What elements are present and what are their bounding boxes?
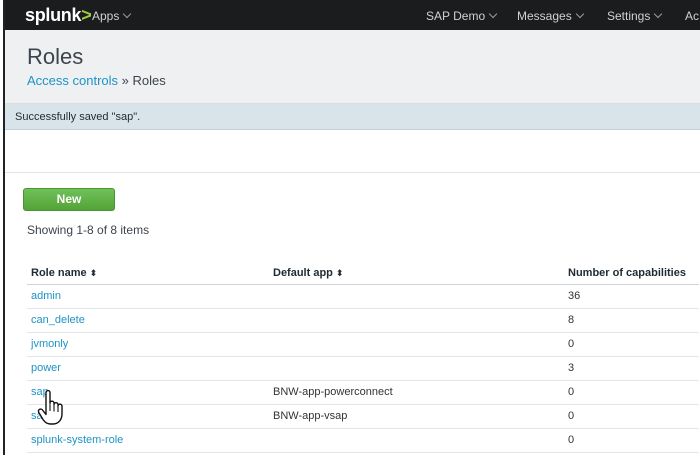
page-header: Roles Access controls » Roles <box>5 30 700 104</box>
table-header-row: Role name ⬍ Default app ⬍ Number of capabi… <box>27 262 699 285</box>
role-link-jvmonly[interactable]: jvmonly <box>31 338 68 350</box>
default-app-cell <box>269 332 564 357</box>
default-app-cell <box>269 284 564 309</box>
default-app-cell <box>269 308 564 333</box>
messages-menu-label: Messages <box>517 9 572 23</box>
table-row: sa BNW-app-vsap 0 <box>27 404 699 429</box>
capabilities-cell: 36 <box>564 284 699 309</box>
column-header-label: Default app <box>273 266 333 279</box>
table-row: admin 36 <box>27 284 699 309</box>
success-message-text: Successfully saved "sap". <box>15 111 141 123</box>
breadcrumb-separator: » <box>118 73 133 88</box>
item-count-text: Showing 1-8 of 8 items <box>27 223 150 237</box>
sort-icon: ⬍ <box>335 267 344 278</box>
capabilities-cell: 0 <box>564 332 699 357</box>
default-app-cell <box>269 428 564 453</box>
settings-menu-label: Settings <box>607 9 651 23</box>
activity-menu[interactable]: Ac <box>685 9 699 23</box>
role-link-splunk-system-role[interactable]: splunk-system-role <box>31 434 123 446</box>
role-link-sap[interactable]: sap <box>31 386 49 398</box>
role-name-cell: jvmonly <box>27 332 269 357</box>
splunk-logo[interactable]: splunk> <box>25 5 92 26</box>
breadcrumb-current: Roles <box>132 73 166 88</box>
apps-menu[interactable]: Apps <box>92 9 132 23</box>
breadcrumb-access-controls-link[interactable]: Access controls <box>27 73 118 88</box>
chevron-down-icon <box>575 9 584 19</box>
column-header-label: Role name <box>31 266 87 279</box>
page-title: Roles <box>27 44 84 69</box>
role-name-cell: admin <box>27 284 269 309</box>
logo-chevron: > <box>81 5 92 25</box>
sort-icon: ⬍ <box>89 267 98 278</box>
capabilities-cell: 0 <box>564 380 699 405</box>
default-app-cell <box>269 356 564 381</box>
table-row: sap BNW-app-powerconnect 0 <box>27 380 699 405</box>
capabilities-cell: 3 <box>564 356 699 381</box>
app-context-label: SAP Demo <box>426 9 486 23</box>
table-row: splunk-system-role 0 <box>27 428 699 453</box>
table-row: jvmonly 0 <box>27 332 699 357</box>
roles-table: Role name ⬍ Default app ⬍ Number of capabi… <box>27 262 699 453</box>
default-app-cell: BNW-app-vsap <box>269 404 564 429</box>
role-name-cell: sa <box>27 404 269 429</box>
success-message-banner: Successfully saved "sap". <box>5 104 700 130</box>
chevron-down-icon <box>123 9 132 19</box>
chevron-down-icon <box>654 9 663 19</box>
app-context-menu[interactable]: SAP Demo <box>426 9 498 23</box>
capabilities-cell: 0 <box>564 404 699 429</box>
settings-menu[interactable]: Settings <box>607 9 663 23</box>
new-role-button[interactable]: New <box>23 188 115 211</box>
capabilities-cell: 8 <box>564 308 699 333</box>
column-header-role-name[interactable]: Role name ⬍ <box>27 262 269 285</box>
column-header-default-app[interactable]: Default app ⬍ <box>269 262 564 285</box>
role-link-power[interactable]: power <box>31 362 61 374</box>
table-row: can_delete 8 <box>27 308 699 333</box>
role-link-sa[interactable]: sa <box>31 410 43 422</box>
role-name-cell: power <box>27 356 269 381</box>
role-link-can-delete[interactable]: can_delete <box>31 314 85 326</box>
role-name-cell: splunk-system-role <box>27 428 269 453</box>
section-divider <box>5 172 700 173</box>
breadcrumb: Access controls » Roles <box>27 73 166 88</box>
column-header-label: Number of capabilities <box>568 266 686 279</box>
role-name-cell: sap <box>27 380 269 405</box>
role-link-admin[interactable]: admin <box>31 290 61 302</box>
column-header-capabilities: Number of capabilities <box>564 262 699 285</box>
logo-text: splunk <box>25 5 82 25</box>
table-row: power 3 <box>27 356 699 381</box>
app-window: splunk> Apps SAP Demo Messages Settings … <box>3 0 700 455</box>
top-navigation-bar: splunk> Apps SAP Demo Messages Settings … <box>5 0 700 30</box>
chevron-down-icon <box>488 9 498 19</box>
role-name-cell: can_delete <box>27 308 269 333</box>
activity-menu-label: Ac <box>685 9 700 23</box>
default-app-cell: BNW-app-powerconnect <box>269 380 564 405</box>
capabilities-cell: 0 <box>564 428 699 453</box>
messages-menu[interactable]: Messages <box>517 9 584 23</box>
apps-menu-label: Apps <box>92 9 120 23</box>
